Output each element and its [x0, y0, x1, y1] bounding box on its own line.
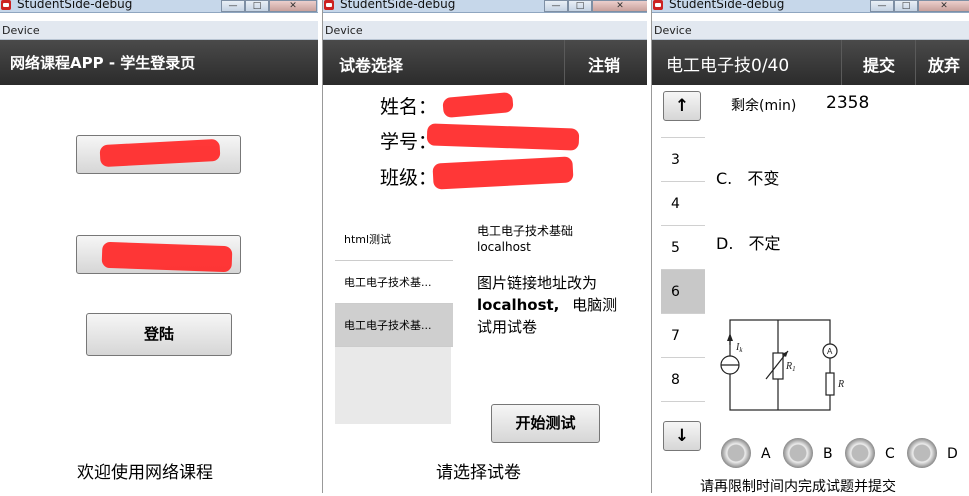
login-button[interactable]: 登陆: [86, 313, 232, 356]
scroll-down-button[interactable]: ↓: [663, 421, 701, 451]
close-button[interactable]: ✕: [269, 0, 317, 12]
resistor-label: R: [837, 379, 844, 390]
arrow-up-icon: ↑: [674, 96, 690, 116]
page-header: 电工电子技0/40 提交 放弃: [652, 40, 969, 85]
note-host: localhost,: [477, 296, 560, 314]
device-menu[interactable]: Device: [652, 21, 969, 40]
title-bar: StudentSide-debug — □ ✕: [0, 0, 318, 13]
question-number[interactable]: 4: [661, 182, 705, 226]
window-title: StudentSide-debug: [669, 0, 785, 11]
close-button[interactable]: ✕: [918, 0, 969, 12]
question-number[interactable]: 7: [661, 314, 705, 358]
welcome-text: 欢迎使用网络课程: [77, 463, 213, 483]
ammeter-label: A: [827, 347, 833, 356]
option-d-letter: D.: [716, 234, 734, 253]
option-d-text: 不定: [748, 234, 781, 253]
maximize-button[interactable]: □: [894, 0, 918, 12]
note-line-3: 试用试卷: [477, 318, 538, 336]
note-text: 电脑测: [572, 296, 618, 314]
paper-host: localhost: [477, 240, 531, 254]
radio-label-c: C: [885, 446, 895, 462]
scroll-up-button[interactable]: ↑: [663, 91, 701, 121]
exam-footer-text: 请再限制时间内完成试题并提交: [700, 479, 896, 495]
select-hint: 请选择试卷: [436, 463, 521, 483]
page-title: 网络课程APP - 学生登录页: [10, 54, 196, 72]
question-number[interactable]: 3: [661, 138, 705, 182]
page-title: 电工电子技0/40: [666, 56, 790, 76]
start-test-button[interactable]: 开始测试: [491, 404, 600, 443]
page-title: 试卷选择: [339, 56, 404, 75]
app-icon: [653, 0, 663, 10]
header-divider: [841, 40, 842, 85]
redacted-password: [101, 241, 233, 273]
maximize-button[interactable]: □: [568, 0, 592, 12]
minimize-button[interactable]: —: [221, 0, 245, 12]
paper-list: html测试 电工电子技术基... 电工电子技术基...: [335, 218, 453, 424]
remaining-value: 2358: [826, 93, 870, 113]
minimize-button[interactable]: —: [544, 0, 568, 12]
svg-text:Ik: Ik: [735, 342, 743, 354]
login-window: StudentSide-debug — □ ✕ Device 网络课程APP -…: [0, 0, 318, 493]
window-title: StudentSide-debug: [17, 0, 133, 11]
app-icon: [324, 0, 334, 10]
resistor1-subscript: 1: [792, 365, 796, 373]
app-icon: [1, 0, 11, 10]
svg-text:R1: R1: [785, 361, 796, 373]
list-item-selected[interactable]: 电工电子技术基...: [335, 304, 453, 347]
redacted-name: [442, 91, 514, 119]
page-header: 试卷选择 注销: [323, 40, 647, 85]
note-line-1: 图片链接地址改为: [477, 274, 598, 292]
note-line-2: localhost, 电脑测: [477, 294, 617, 315]
circuit-diagram: Ik R1 A R: [720, 319, 844, 411]
resistor1-label: R: [785, 361, 792, 372]
redacted-class: [432, 156, 574, 190]
current-subscript: k: [739, 346, 743, 354]
window-title: StudentSide-debug: [340, 0, 456, 11]
radio-option-b[interactable]: [783, 438, 813, 468]
maximize-button[interactable]: □: [245, 0, 269, 12]
page-header: 网络课程APP - 学生登录页: [0, 40, 318, 85]
question-number[interactable]: 5: [661, 226, 705, 270]
list-item[interactable]: 电工电子技术基...: [335, 261, 453, 304]
option-d: D. 不定: [716, 230, 781, 254]
header-divider: [915, 40, 916, 85]
device-menu[interactable]: Device: [0, 21, 318, 40]
radio-option-d[interactable]: [907, 438, 937, 468]
name-label: 姓名：: [380, 96, 438, 118]
header-divider: [564, 40, 565, 85]
option-c-text: 不变: [747, 169, 780, 188]
option-c: C. 不变: [716, 165, 779, 189]
device-menu[interactable]: Device: [323, 21, 647, 40]
paper-select-window: StudentSide-debug — □ ✕ Device 试卷选择 注销 姓…: [322, 0, 647, 493]
radio-option-c[interactable]: [845, 438, 875, 468]
arrow-down-icon: ↓: [674, 426, 690, 446]
give-up-button[interactable]: 放弃: [928, 52, 960, 76]
minimize-button[interactable]: —: [870, 0, 894, 12]
close-button[interactable]: ✕: [592, 0, 647, 12]
logout-button[interactable]: 注销: [588, 52, 620, 76]
paper-title: 电工电子技术基础: [477, 224, 574, 238]
radio-label-b: B: [823, 446, 833, 462]
list-item[interactable]: html测试: [335, 218, 453, 261]
title-bar: StudentSide-debug — □ ✕: [652, 0, 969, 13]
radio-label-a: A: [761, 446, 771, 462]
remaining-label: 剩余(min): [731, 98, 797, 114]
redacted-id: [426, 123, 580, 151]
title-bar: StudentSide-debug — □ ✕: [323, 0, 647, 13]
class-label: 班级：: [380, 167, 438, 189]
radio-option-a[interactable]: [721, 438, 751, 468]
question-number-selected[interactable]: 6: [661, 270, 705, 314]
question-number[interactable]: 8: [661, 358, 705, 402]
option-c-letter: C.: [716, 169, 733, 188]
radio-label-d: D: [947, 446, 958, 462]
submit-button[interactable]: 提交: [863, 52, 895, 76]
